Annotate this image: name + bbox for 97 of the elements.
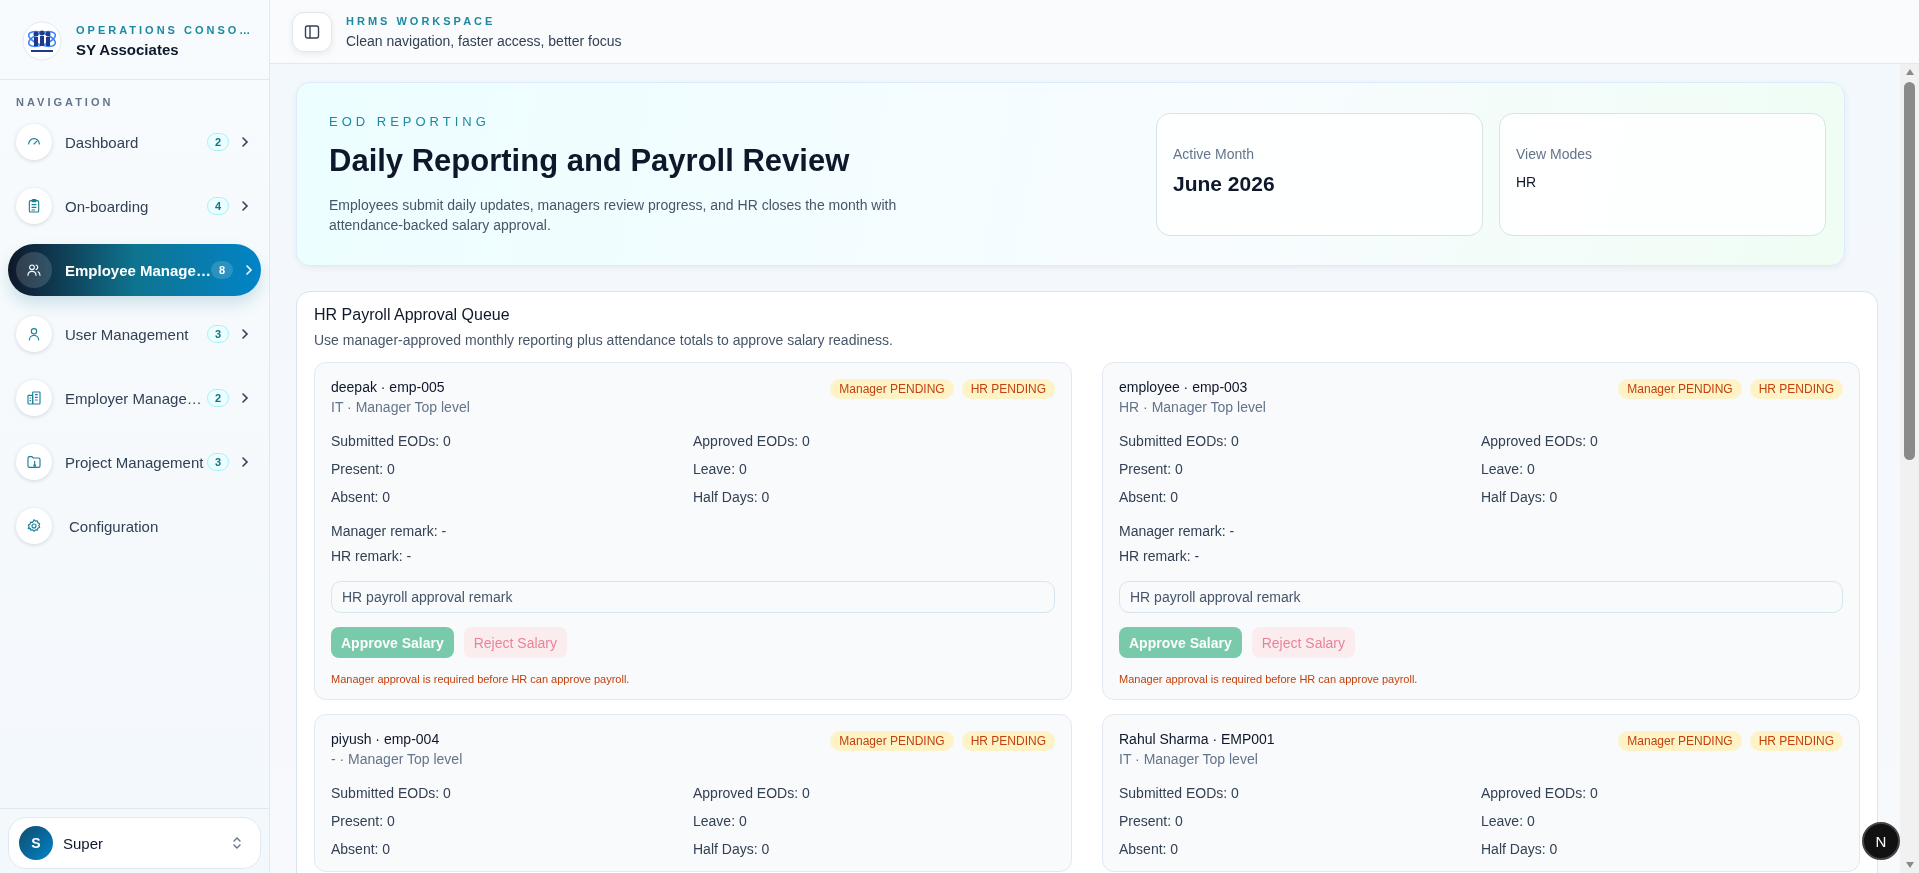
remark-text: HR remark: - [331,548,413,564]
status-badge: Manager PENDING [1618,379,1742,399]
stat-text: Leave: 0 [1481,813,1536,829]
stat-text: Approved EODs: 0 [693,785,811,801]
status-badge: HR PENDING [961,731,1055,751]
stat-text: Absent: 0 [331,489,392,505]
user-icon [26,326,42,342]
console-label: OPERATIONS CONSO… [76,23,254,36]
chevron-right-icon [241,200,249,212]
building-icon [26,390,42,406]
stat-text: Present: 0 [1119,461,1184,477]
employee-name: Rahul Sharma · EMP001 [1119,731,1275,747]
stat-text: Approved EODs: 0 [693,433,811,449]
remark-text: HR remark: - [1119,548,1201,564]
employee-meta: HR · Manager Top level [1119,399,1266,415]
warning-note: Manager approval is required before HR can approve payroll. [331,673,631,685]
employee-meta: IT · Manager Top level [331,399,470,415]
stat-text: Submitted EODs: 0 [1119,433,1240,449]
count-badge: 8 [210,261,233,279]
panel-subtitle: Use manager-approved monthly reporting plus attendance totals to approve salary readiness. [314,332,894,348]
status-badge: Manager PENDING [1618,731,1742,751]
users-icon [26,262,42,278]
chevron-right-icon [241,456,249,468]
page-description: Employees submit daily updates, managers review progress, and HR closes the month with attendance-backed salary approval. [329,195,898,235]
warning-note: Manager approval is required before HR can approve payroll. [1119,673,1419,685]
stat-text: Half Days: 0 [693,489,771,505]
nav-item[interactable]: Employee Manage… 8 [8,244,261,296]
section-eyebrow: EOD REPORTING [329,113,491,129]
status-badge: HR PENDING [1749,379,1843,399]
stat-text: Absent: 0 [1119,489,1180,505]
chevron-right-icon [241,136,249,148]
sidebar-toggle-button[interactable] [292,11,332,52]
employee-meta: IT · Manager Top level [1119,751,1259,767]
logo-drawing [22,20,62,61]
stat-label: Active Month [1173,145,1255,162]
remark-text: Manager remark: - [1119,523,1236,539]
chevron-right-icon [245,264,253,276]
chevron-right-icon [241,392,249,404]
remark-text: Manager remark: - [331,523,448,539]
count-badge: 3 [206,325,229,343]
company-name: SY Associates [76,40,180,58]
nav-item[interactable]: On-boarding 4 [8,180,261,232]
workspace-label: HRMS WORKSPACE [346,14,497,27]
stat-text: Absent: 0 [331,841,392,857]
status-badge: Manager PENDING [830,379,954,399]
stat-text: Half Days: 0 [693,841,771,857]
stat-value: HR [1516,173,1538,190]
stat-label: View Modes [1516,145,1593,162]
stat-text: Leave: 0 [693,461,748,477]
status-badge: HR PENDING [961,379,1055,399]
count-badge: 2 [206,133,229,151]
status-badge: HR PENDING [1749,731,1843,751]
stat-text: Present: 0 [1119,813,1184,829]
stat-text: Present: 0 [331,461,396,477]
nav-item[interactable]: Configuration [8,500,261,552]
nav-item[interactable]: User Management 3 [8,308,261,360]
nav-item[interactable]: Project Management 3 [8,436,261,488]
status-badge: Manager PENDING [830,731,954,751]
scroll-down-icon[interactable] [1904,861,1915,869]
stat-text: Submitted EODs: 0 [1119,785,1240,801]
panel-title: HR Payroll Approval Queue [314,306,511,324]
sidebar-icon [304,23,320,40]
remark-input[interactable]: HR payroll approval remark [1119,581,1843,613]
stat-text: Half Days: 0 [1481,489,1559,505]
stat-text: Leave: 0 [1481,461,1536,477]
nav-item[interactable]: Employer Manage… 2 [8,372,261,424]
chevron-right-icon [241,328,249,340]
stat-text: Submitted EODs: 0 [331,785,452,801]
remark-input[interactable]: HR payroll approval remark [331,581,1055,613]
employee-name: deepak · emp-005 [331,379,446,395]
stat-text: Present: 0 [331,813,396,829]
count-badge: 4 [206,197,229,215]
stat-text: Submitted EODs: 0 [331,433,452,449]
scrollbar-thumb[interactable] [1904,82,1915,460]
stat-text: Leave: 0 [693,813,748,829]
scrollbar[interactable] [1900,64,1919,873]
nav-item[interactable]: Dashboard 2 [8,116,261,168]
employee-name: piyush · emp-004 [331,731,441,747]
chevron-up-down-icon [232,836,242,850]
folder-icon [26,454,42,470]
employee-meta: - · Manager Top level [331,751,463,767]
header-subtitle: Clean navigation, faster access, better focus [346,32,622,49]
stat-value: June 2026 [1173,171,1276,196]
count-badge: 2 [206,389,229,407]
user-switcher[interactable]: S Super [8,817,261,869]
count-badge: 3 [206,453,229,471]
section-label: NAVIGATION [15,95,115,110]
clipboard-icon [26,198,42,214]
stat-text: Half Days: 0 [1481,841,1559,857]
stat-text: Approved EODs: 0 [1481,433,1599,449]
stat-text: Absent: 0 [1119,841,1180,857]
gear-icon [26,518,42,534]
scroll-up-icon[interactable] [1904,68,1915,76]
avatar: S [19,826,53,860]
employee-name: employee · emp-003 [1119,379,1249,395]
stat-text: Approved EODs: 0 [1481,785,1599,801]
page-title: Daily Reporting and Payroll Review [329,142,851,179]
